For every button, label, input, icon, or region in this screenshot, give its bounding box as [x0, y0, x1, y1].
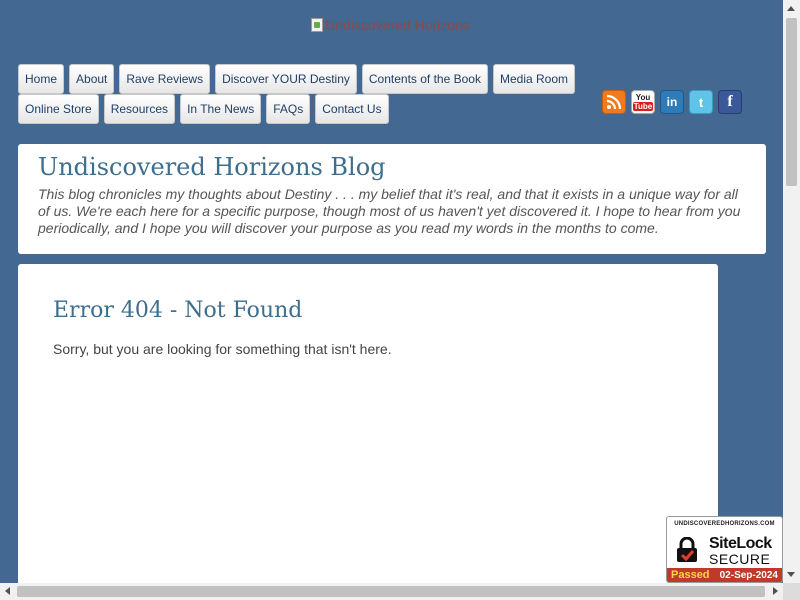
twitter-icon[interactable]: t: [689, 90, 713, 114]
vertical-scroll-thumb[interactable]: [786, 18, 797, 186]
logo-alt-text: Undiscovered Horizons: [325, 17, 470, 33]
scroll-up-arrow-icon[interactable]: [787, 6, 795, 11]
main-content: Error 404 - Not Found Sorry, but you are…: [18, 264, 718, 594]
main-nav-row-1: Home About Rave Reviews Discover YOUR De…: [18, 64, 575, 94]
nav-faqs[interactable]: FAQs: [266, 94, 311, 124]
linkedin-icon[interactable]: in: [660, 90, 684, 114]
youtube-icon[interactable]: You Tube: [631, 90, 655, 114]
sitelock-status: Passed: [671, 569, 710, 581]
scroll-down-arrow-icon[interactable]: [787, 572, 795, 577]
horizontal-scrollbar[interactable]: [0, 583, 783, 600]
scroll-left-arrow-icon[interactable]: [5, 587, 10, 595]
site-logo[interactable]: Undiscovered Horizons: [311, 16, 470, 34]
padlock-icon: [677, 537, 697, 562]
social-links: You Tube in t f: [602, 90, 742, 114]
blog-description: This blog chronicles my thoughts about D…: [38, 186, 741, 236]
nav-contents-of-the-book[interactable]: Contents of the Book: [361, 64, 488, 94]
scrollbar-corner: [783, 583, 800, 600]
sitelock-domain: UNDISCOVEREDHORIZONS.COM: [674, 521, 775, 527]
broken-image-icon: [311, 18, 323, 32]
nav-about[interactable]: About: [69, 64, 115, 94]
nav-discover-your-destiny[interactable]: Discover YOUR Destiny: [215, 64, 357, 94]
nav-resources[interactable]: Resources: [103, 94, 176, 124]
nav-online-store[interactable]: Online Store: [18, 94, 99, 124]
vertical-scrollbar[interactable]: [783, 0, 800, 583]
youtube-you: You: [635, 93, 651, 102]
nav-in-the-news[interactable]: In The News: [180, 94, 262, 124]
nav-media-room[interactable]: Media Room: [492, 64, 575, 94]
nav-contact-us[interactable]: Contact Us: [315, 94, 389, 124]
main-nav-row-2: Online Store Resources In The News FAQs …: [18, 94, 389, 124]
facebook-icon[interactable]: f: [718, 90, 742, 114]
youtube-tube: Tube: [632, 102, 654, 111]
error-title: Error 404 - Not Found: [53, 298, 303, 323]
blog-title[interactable]: Undiscovered Horizons Blog: [38, 152, 746, 182]
blog-header: Undiscovered Horizons Blog This blog chr…: [18, 144, 766, 254]
sitelock-date: 02-Sep-2024: [719, 569, 778, 581]
nav-rave-reviews[interactable]: Rave Reviews: [119, 64, 211, 94]
sitelock-status-bar: Passed 02-Sep-2024: [667, 568, 782, 582]
sitelock-secure: SECURE: [709, 551, 771, 567]
scroll-right-arrow-icon[interactable]: [773, 587, 778, 595]
error-message: Sorry, but you are looking for something…: [53, 341, 392, 357]
horizontal-scroll-thumb[interactable]: [17, 586, 765, 597]
sitelock-badge[interactable]: UNDISCOVEREDHORIZONS.COM SiteLock SECURE…: [666, 516, 783, 583]
nav-home[interactable]: Home: [18, 64, 65, 94]
rss-icon[interactable]: [602, 90, 626, 114]
